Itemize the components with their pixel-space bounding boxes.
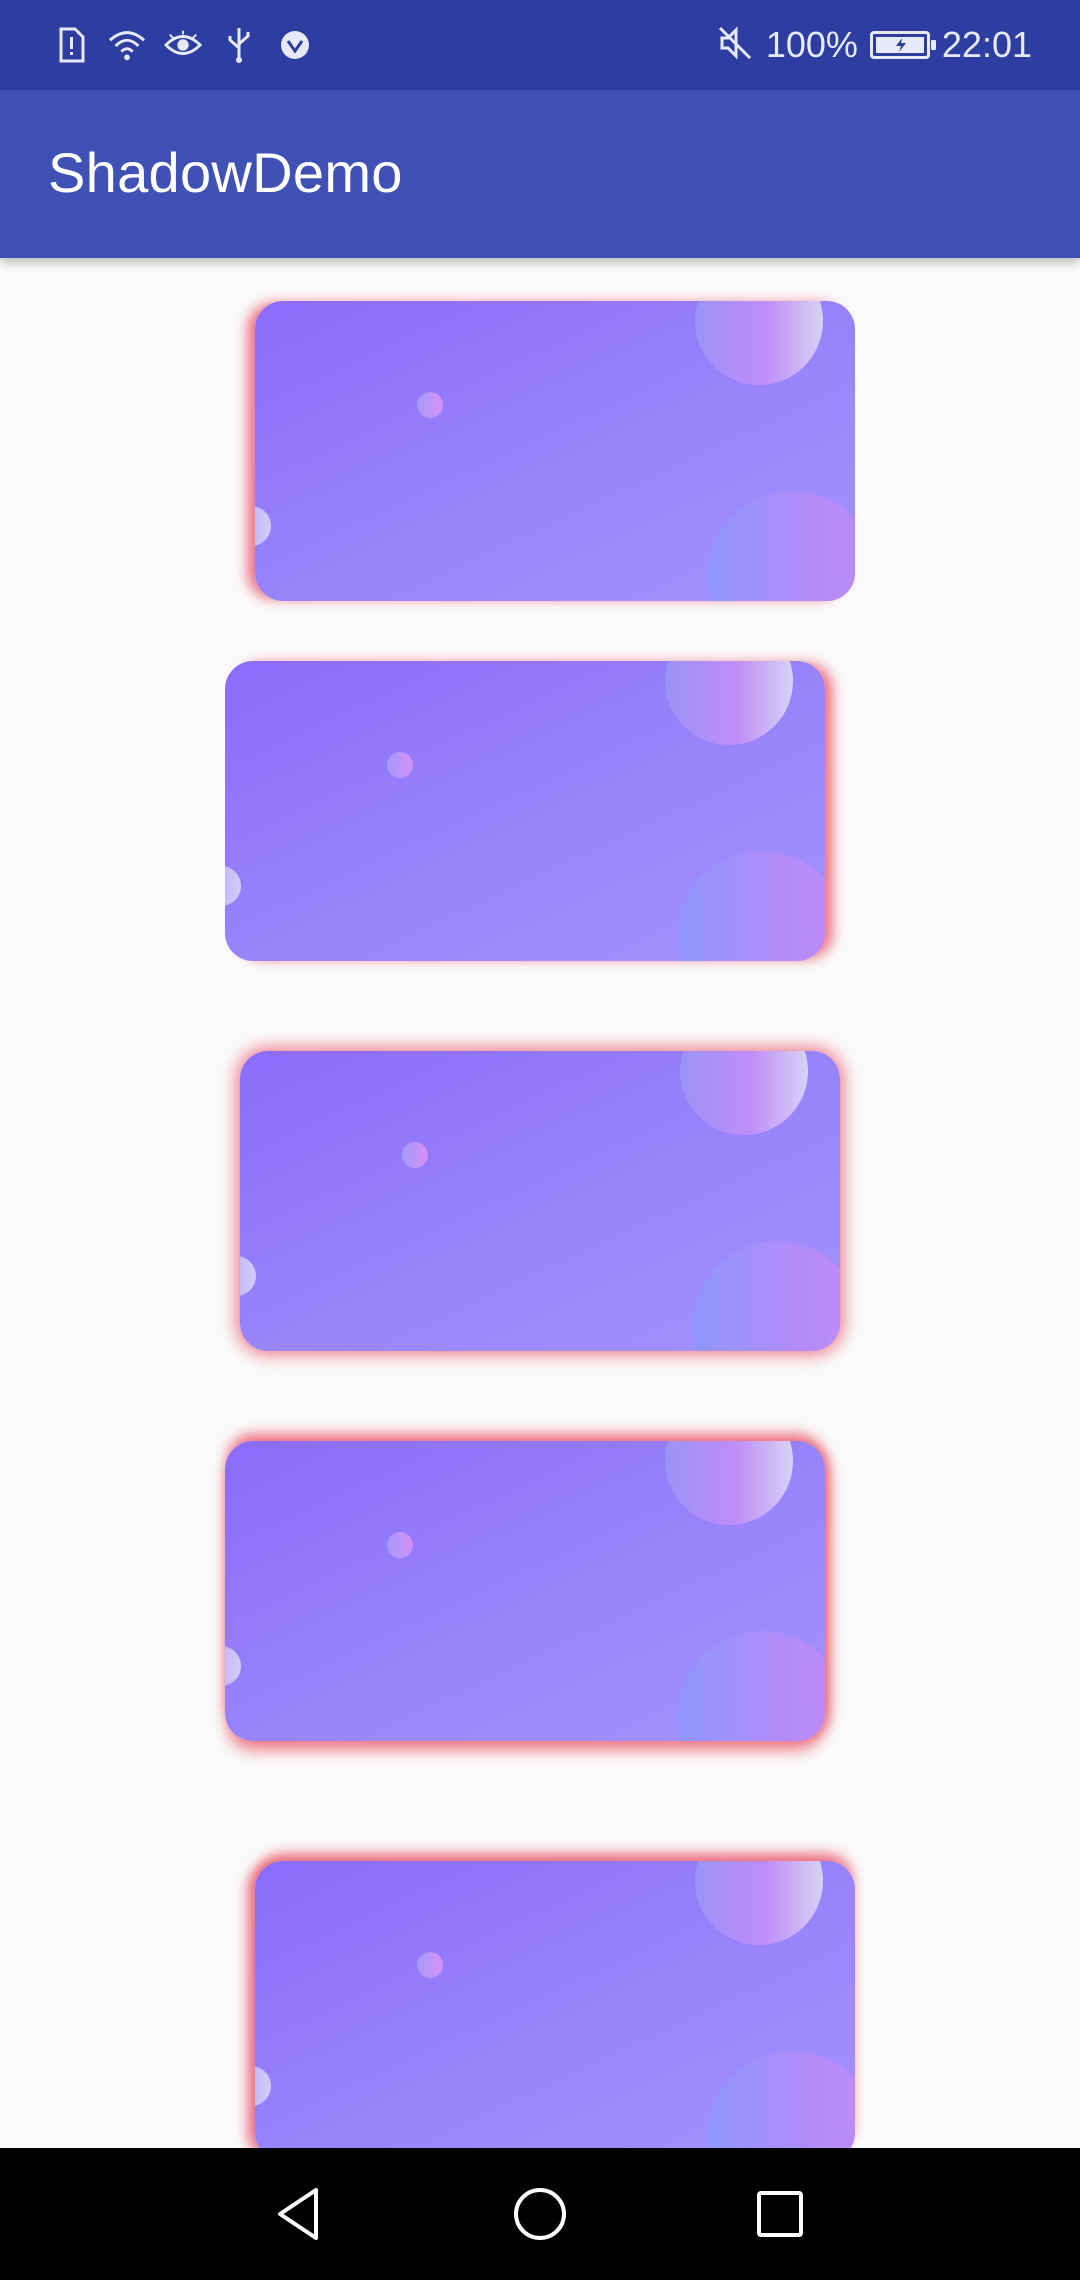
vpn-icon bbox=[276, 25, 314, 65]
battery-icon bbox=[869, 31, 936, 59]
recents-icon[interactable] bbox=[750, 2184, 810, 2244]
decor-circle-left bbox=[255, 2066, 271, 2106]
page-title: ShadowDemo bbox=[48, 141, 403, 204]
mute-icon bbox=[716, 24, 754, 67]
decor-circle-left bbox=[255, 506, 271, 546]
shadow-card-1 bbox=[255, 301, 855, 601]
shadow-card-4 bbox=[225, 1441, 825, 1741]
wifi-icon bbox=[108, 25, 146, 65]
status-icons-right: 100% 22:01 bbox=[716, 20, 1032, 70]
card-list[interactable] bbox=[0, 258, 1080, 2148]
status-bar: 100% 22:01 bbox=[0, 0, 1080, 90]
shadow-card-5 bbox=[255, 1861, 855, 2148]
decor-dot bbox=[387, 752, 413, 778]
decor-dot bbox=[402, 1142, 428, 1168]
app-bar: ShadowDemo bbox=[0, 90, 1080, 258]
eye-icon bbox=[164, 25, 202, 65]
decor-dot bbox=[387, 1532, 413, 1558]
decor-circle-left bbox=[225, 1646, 241, 1686]
decor-circle-top-right bbox=[695, 1861, 823, 1945]
shadow-card-3 bbox=[240, 1051, 840, 1351]
decor-circle-bottom-right bbox=[677, 1631, 825, 1741]
battery-percent: 100% bbox=[765, 24, 858, 65]
decor-circle-left bbox=[240, 1256, 256, 1296]
clock: 22:01 bbox=[941, 24, 1032, 65]
decor-circle-bottom-right bbox=[692, 1241, 840, 1351]
decor-circle-top-right bbox=[695, 301, 823, 385]
back-icon[interactable] bbox=[270, 2184, 330, 2244]
decor-circle-top-right bbox=[665, 661, 793, 745]
decor-dot bbox=[417, 392, 443, 418]
decor-circle-left bbox=[225, 866, 241, 906]
decor-circle-top-right bbox=[665, 1441, 793, 1525]
home-icon[interactable] bbox=[510, 2184, 570, 2244]
decor-circle-top-right bbox=[680, 1051, 808, 1135]
navigation-bar bbox=[0, 2148, 1080, 2280]
decor-dot bbox=[417, 1952, 443, 1978]
decor-circle-bottom-right bbox=[707, 491, 855, 601]
sim-alert-icon bbox=[52, 25, 90, 65]
usb-icon bbox=[220, 25, 258, 65]
status-icons-left bbox=[52, 22, 314, 68]
decor-circle-bottom-right bbox=[707, 2051, 855, 2148]
decor-circle-bottom-right bbox=[677, 851, 825, 961]
shadow-card-2 bbox=[225, 661, 825, 961]
